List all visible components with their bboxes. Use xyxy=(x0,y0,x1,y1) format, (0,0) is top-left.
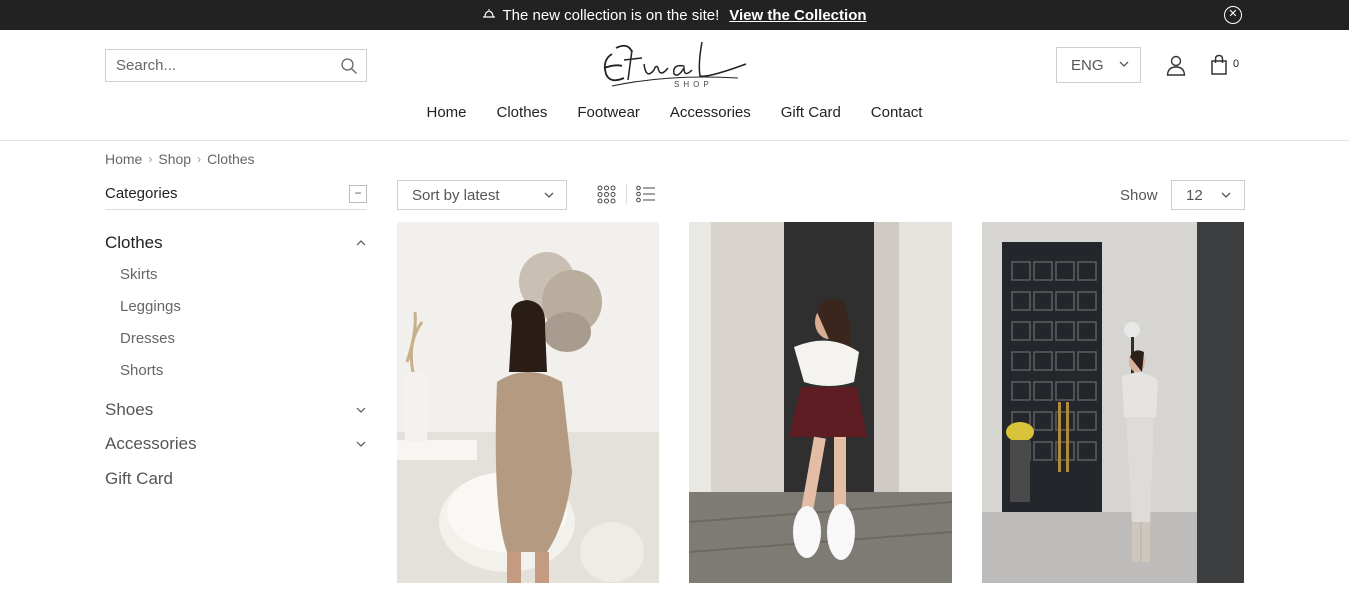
search-icon[interactable] xyxy=(340,57,358,75)
user-icon[interactable] xyxy=(1165,54,1187,76)
divider xyxy=(626,184,627,204)
language-select[interactable]: ENG xyxy=(1056,47,1141,83)
sort-select[interactable]: Sort by latest xyxy=(397,180,567,210)
subcategory-skirts[interactable]: Skirts xyxy=(120,266,367,298)
category-accessories[interactable]: Accessories xyxy=(105,434,367,469)
chevron-up-icon[interactable] xyxy=(355,237,367,249)
sort-value: Sort by latest xyxy=(412,186,500,204)
breadcrumb-separator: › xyxy=(148,152,153,166)
search-box xyxy=(105,49,367,82)
main-nav: Home Clothes Footwear Accessories Gift C… xyxy=(0,104,1349,121)
category-clothes[interactable]: Clothes xyxy=(105,233,367,266)
product-photo-grey-knit-set xyxy=(982,222,1244,583)
chevron-down-icon xyxy=(1119,61,1129,67)
breadcrumb: Home › Shop › Clothes xyxy=(105,151,255,167)
clothes-subcategories: Skirts Leggings Dresses Shorts xyxy=(105,266,367,394)
category-sidebar: Categories − Clothes Skirts Leggings Dre… xyxy=(105,178,367,503)
nav-item-accessories[interactable]: Accessories xyxy=(670,104,751,121)
categories-title: Categories xyxy=(105,185,178,202)
categories-header: Categories − xyxy=(105,178,367,210)
svg-text:SHOP: SHOP xyxy=(674,80,713,89)
language-value: ENG xyxy=(1071,56,1104,74)
collapse-icon[interactable]: − xyxy=(349,184,367,203)
subcategory-shorts[interactable]: Shorts xyxy=(120,362,367,394)
nav-item-contact[interactable]: Contact xyxy=(871,104,923,121)
product-card-image[interactable] xyxy=(689,222,952,583)
category-shoes[interactable]: Shoes xyxy=(105,400,367,434)
logo[interactable]: SHOP xyxy=(598,38,750,90)
chevron-down-icon[interactable] xyxy=(355,404,367,416)
list-view-icon[interactable] xyxy=(636,185,655,203)
subcategory-leggings[interactable]: Leggings xyxy=(120,298,367,330)
per-page-select[interactable]: 12 xyxy=(1171,180,1245,210)
category-gift-card[interactable]: Gift Card xyxy=(105,469,367,503)
category-label: Clothes xyxy=(105,233,163,252)
product-photo-beige-dress xyxy=(397,222,659,583)
nav-item-footwear[interactable]: Footwear xyxy=(577,104,640,121)
nav-item-gift-card[interactable]: Gift Card xyxy=(781,104,841,121)
nav-item-clothes[interactable]: Clothes xyxy=(497,104,548,121)
category-label: Gift Card xyxy=(105,469,174,488)
product-photo-white-top-skirt xyxy=(689,222,952,583)
breadcrumb-home[interactable]: Home xyxy=(105,151,142,167)
cart-count: 0 xyxy=(1233,58,1240,70)
bell-icon xyxy=(482,8,496,23)
product-card-image[interactable] xyxy=(397,222,659,583)
close-icon[interactable]: ✕ xyxy=(1224,6,1242,24)
per-page-value: 12 xyxy=(1186,186,1203,204)
page: The new collection is on the site! View … xyxy=(0,0,1349,604)
banner-message: The new collection is on the site! xyxy=(502,6,720,24)
category-label: Shoes xyxy=(105,400,154,419)
breadcrumb-shop[interactable]: Shop xyxy=(158,151,191,167)
site-header: SHOP ENG 0 Home Clothes Footwear Accesso… xyxy=(0,30,1349,141)
search-input[interactable] xyxy=(106,57,326,74)
product-card-image[interactable] xyxy=(982,222,1244,583)
show-label: Show xyxy=(1120,187,1158,204)
breadcrumb-current: Clothes xyxy=(207,151,255,167)
breadcrumb-separator: › xyxy=(197,152,202,166)
grid-view-icon[interactable] xyxy=(597,185,616,204)
announcement-banner: The new collection is on the site! View … xyxy=(0,0,1349,30)
chevron-down-icon xyxy=(1221,192,1231,198)
view-collection-link[interactable]: View the Collection xyxy=(729,7,866,24)
category-label: Accessories xyxy=(105,434,197,453)
shopping-bag-icon[interactable] xyxy=(1209,54,1229,76)
chevron-down-icon xyxy=(544,192,554,198)
chevron-down-icon[interactable] xyxy=(355,438,367,450)
subcategory-dresses[interactable]: Dresses xyxy=(120,330,367,362)
nav-item-home[interactable]: Home xyxy=(427,104,467,121)
